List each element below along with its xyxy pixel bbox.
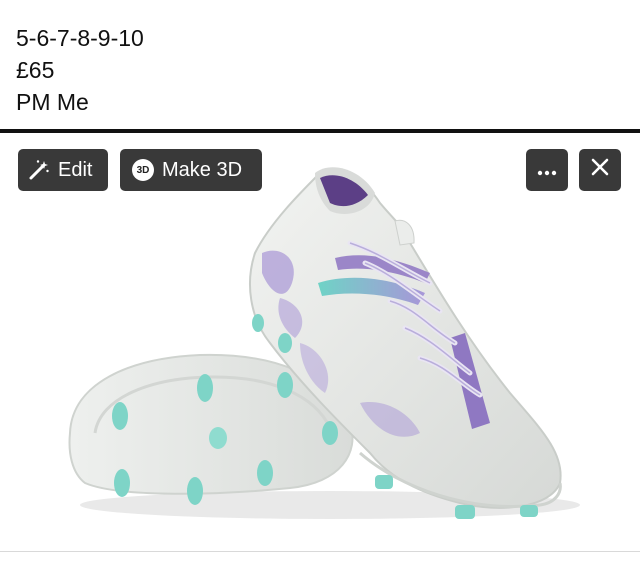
magic-wand-icon (28, 159, 50, 181)
close-icon (591, 158, 609, 182)
more-dots-icon (537, 159, 557, 182)
post-photo[interactable] (0, 133, 640, 551)
bottom-divider (0, 551, 640, 552)
make-3d-button[interactable]: 3D Make 3D (120, 149, 262, 191)
contact-text: PM Me (16, 89, 89, 115)
more-options-button[interactable] (526, 149, 568, 191)
price-text: £65 (16, 57, 55, 83)
3d-badge-icon: 3D (132, 159, 154, 181)
edit-label: Edit (58, 158, 93, 181)
make-3d-label: Make 3D (162, 158, 243, 181)
post-text: 5-6-7-8-9-10 £65 PM Me (16, 22, 144, 118)
sizes-text: 5-6-7-8-9-10 (16, 25, 144, 51)
edit-button[interactable]: Edit (18, 149, 108, 191)
close-button[interactable] (579, 149, 621, 191)
football-boots-image (68, 167, 580, 519)
